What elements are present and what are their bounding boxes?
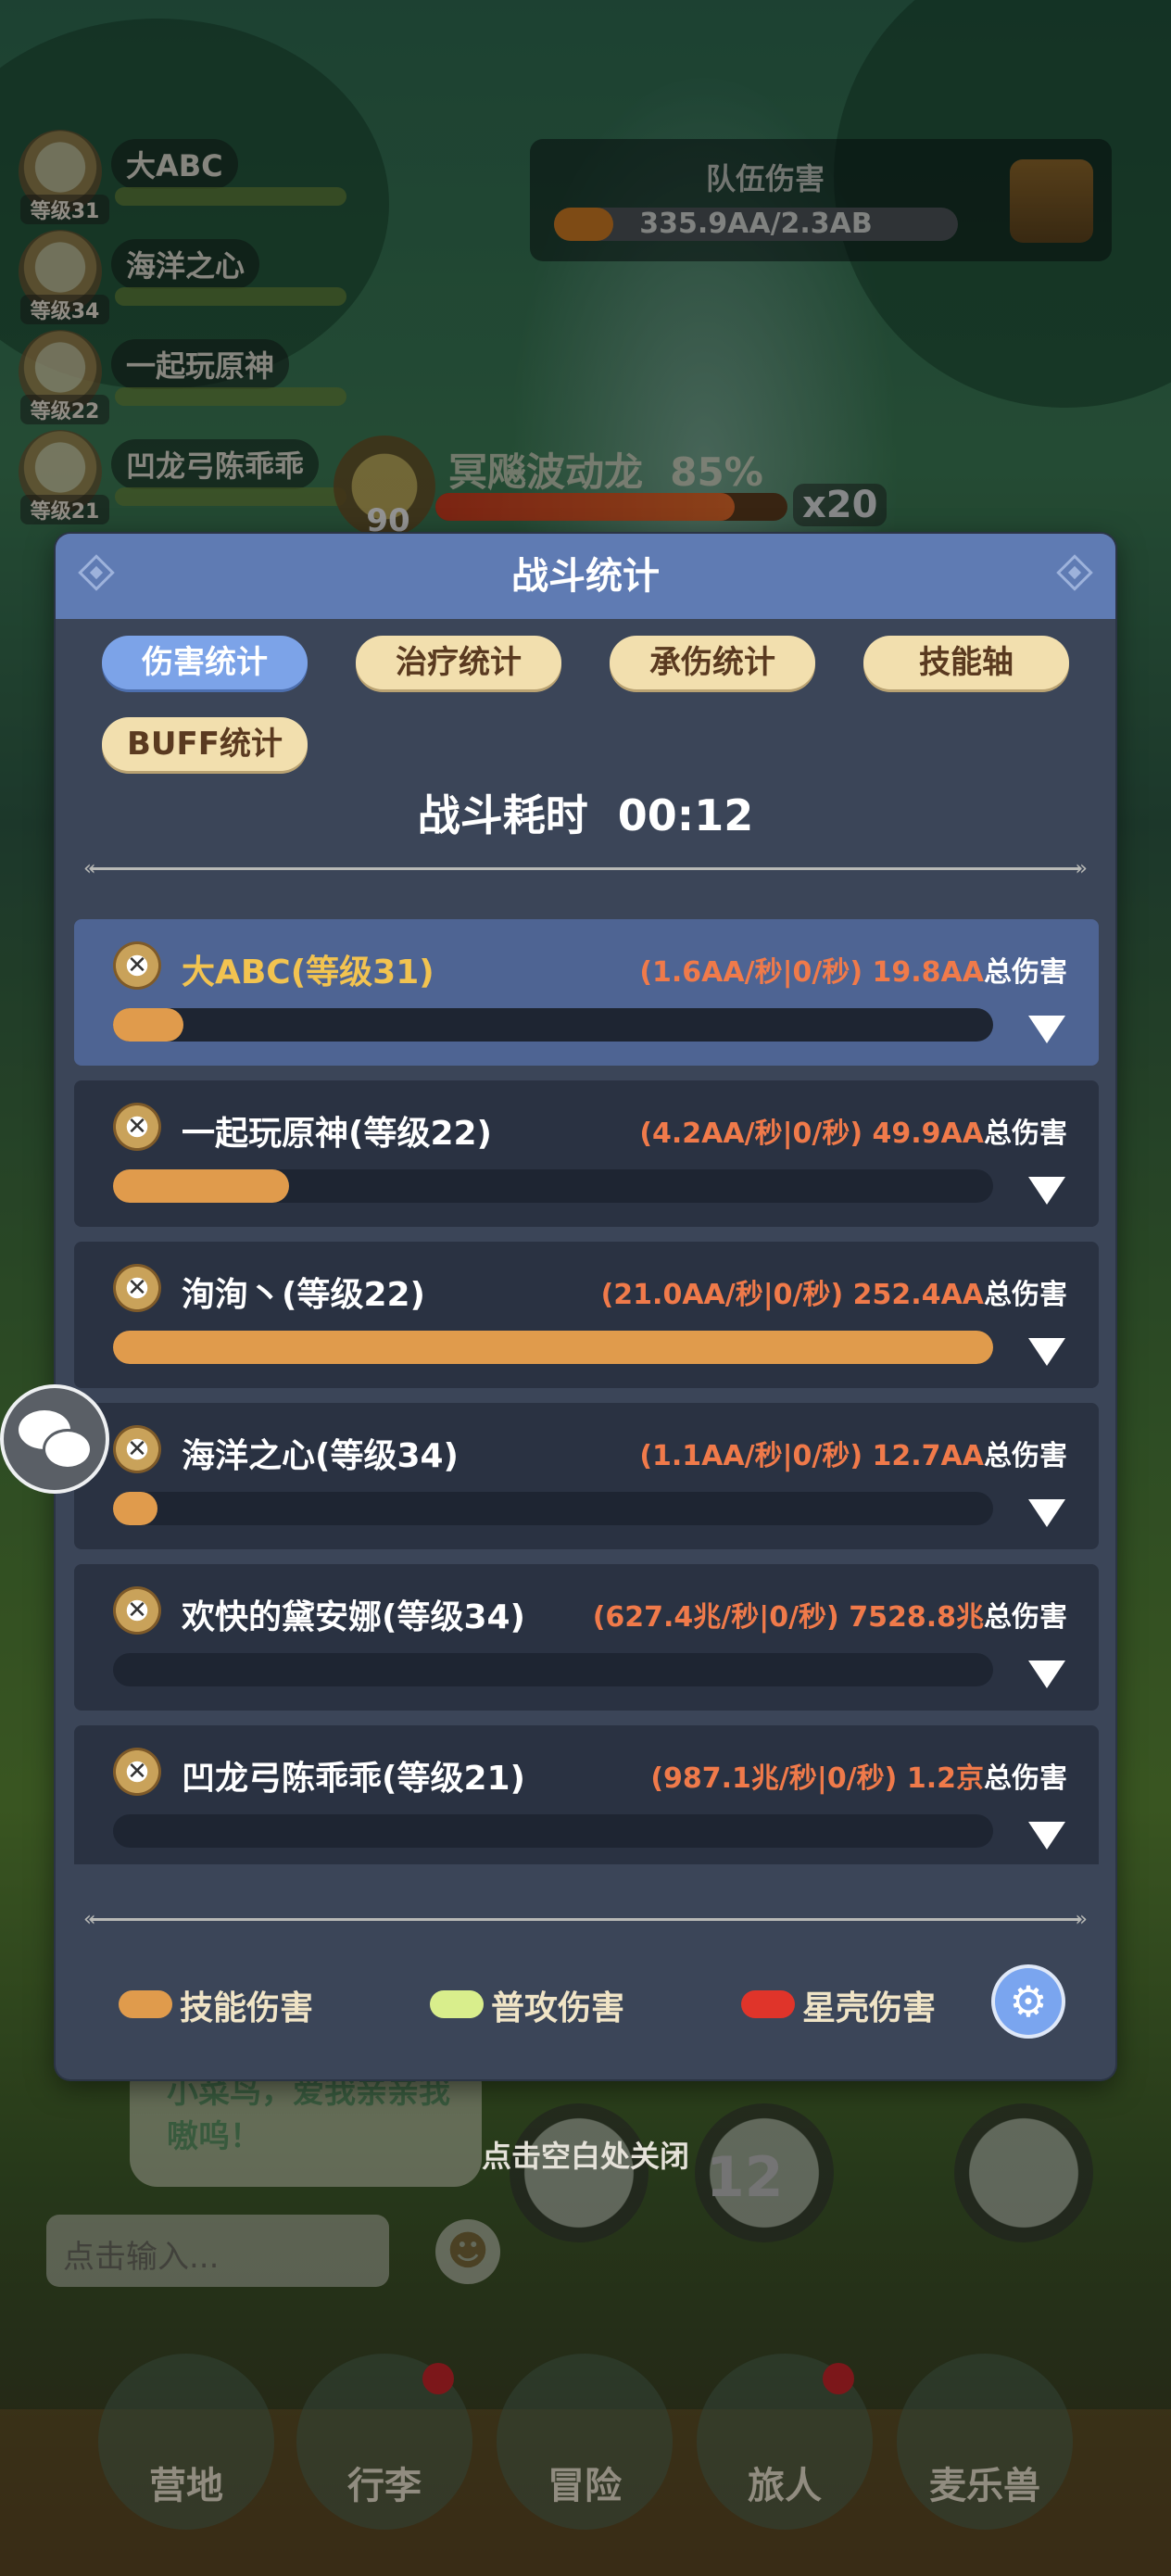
damage-stats: (1.6AA/秒|0/秒) 19.8AA总伤害 [639, 949, 1067, 990]
damage-rate: (4.2AA/秒|0/秒) [639, 1118, 863, 1150]
damage-rate: (1.6AA/秒|0/秒) [639, 956, 863, 989]
skill-damage-fill [113, 1331, 993, 1364]
settings-gear-icon[interactable]: ⚙ [995, 1968, 1062, 2035]
player-name: 欢快的黛安娜(等级34) [182, 1598, 526, 1636]
damage-total: 252.4AA [852, 1279, 984, 1311]
skill-damage-fill [113, 1169, 289, 1203]
damage-total-suffix: 总伤害 [984, 1440, 1067, 1472]
tab-skill-timeline[interactable]: 技能轴 [863, 636, 1069, 689]
dialog-header: 战斗统计 [56, 534, 1115, 619]
skill-damage-fill [113, 1008, 183, 1042]
damage-total-suffix: 总伤害 [984, 1762, 1067, 1795]
legend-swatch [430, 1990, 484, 2018]
damage-rate: (1.1AA/秒|0/秒) [639, 1440, 863, 1472]
damage-bar [113, 1008, 993, 1042]
damage-total-suffix: 总伤害 [984, 1601, 1067, 1634]
damage-bar [113, 1331, 993, 1364]
legend-label: 普攻伤害 [491, 1989, 625, 2027]
damage-total: 1.2京 [906, 1762, 984, 1795]
damage-total: 7528.8兆 [849, 1601, 984, 1634]
damage-stats: (627.4兆/秒|0/秒) 7528.8兆总伤害 [593, 1594, 1067, 1635]
damage-list[interactable]: ✕ 大ABC(等级31) (1.6AA/秒|0/秒) 19.8AA总伤害 ✕ 一起玩原神… [74, 919, 1099, 1864]
expand-triangle-icon[interactable] [1028, 1338, 1065, 1366]
damage-total: 19.8AA [872, 956, 984, 989]
expand-triangle-icon[interactable] [1028, 1177, 1065, 1205]
speech-bubble-shape [43, 1429, 93, 1470]
damage-total: 12.7AA [872, 1440, 984, 1472]
crossed-weapons-icon: ✕ [113, 1264, 161, 1312]
damage-row[interactable]: ✕ 海洋之心(等级34) (1.1AA/秒|0/秒) 12.7AA总伤害 [74, 1403, 1099, 1549]
battle-duration-value: 00:12 [617, 790, 754, 840]
damage-stats: (987.1兆/秒|0/秒) 1.2京总伤害 [650, 1755, 1067, 1796]
damage-rate: (21.0AA/秒|0/秒) [600, 1279, 844, 1311]
legend-label: 技能伤害 [180, 1989, 314, 2027]
expand-triangle-icon[interactable] [1028, 1822, 1065, 1850]
player-name: 凹龙弓陈乖乖(等级21) [182, 1760, 526, 1798]
damage-stats: (1.1AA/秒|0/秒) 12.7AA总伤害 [639, 1433, 1067, 1473]
expand-triangle-icon[interactable] [1028, 1499, 1065, 1527]
battle-duration-label: 战斗耗时 [417, 790, 588, 840]
damage-total-suffix: 总伤害 [984, 956, 1067, 989]
damage-row[interactable]: ✕ 凹龙弓陈乖乖(等级21) (987.1兆/秒|0/秒) 1.2京总伤害 [74, 1725, 1099, 1864]
crossed-weapons-icon: ✕ [113, 1586, 161, 1635]
damage-row[interactable]: ✕ 欢快的黛安娜(等级34) (627.4兆/秒|0/秒) 7528.8兆总伤害 [74, 1564, 1099, 1711]
tab-damage-taken-stats[interactable]: 承伤统计 [610, 636, 815, 689]
tab-damage-stats[interactable]: 伤害统计 [102, 636, 308, 689]
crossed-weapons-icon: ✕ [113, 1425, 161, 1473]
divider [83, 1908, 1088, 1931]
damage-row[interactable]: ✕ 一起玩原神(等级22) (4.2AA/秒|0/秒) 49.9AA总伤害 [74, 1080, 1099, 1227]
damage-total-suffix: 总伤害 [984, 1279, 1067, 1311]
expand-triangle-icon[interactable] [1028, 1016, 1065, 1043]
player-name: 洵洵丶(等级22) [182, 1276, 426, 1314]
damage-bar [113, 1653, 993, 1686]
crossed-weapons-icon: ✕ [113, 1103, 161, 1151]
chat-bubbles-icon[interactable] [0, 1384, 109, 1494]
damage-bar [113, 1169, 993, 1203]
player-name: 一起玩原神(等级22) [182, 1115, 493, 1153]
player-name: 大ABC(等级31) [182, 953, 434, 991]
damage-stats: (21.0AA/秒|0/秒) 252.4AA总伤害 [601, 1271, 1067, 1312]
legend-swatch [119, 1990, 172, 2018]
damage-stats: (4.2AA/秒|0/秒) 49.9AA总伤害 [639, 1110, 1067, 1151]
battle-stats-dialog: 战斗统计 伤害统计 治疗统计 承伤统计 技能轴 BUFF统计 战斗耗时 00:1… [56, 534, 1115, 2079]
battle-duration: 战斗耗时 00:12 [56, 782, 1115, 843]
divider [83, 857, 1088, 880]
damage-total-suffix: 总伤害 [984, 1118, 1067, 1150]
legend-swatch [741, 1990, 795, 2018]
damage-row[interactable]: ✕ 洵洵丶(等级22) (21.0AA/秒|0/秒) 252.4AA总伤害 [74, 1242, 1099, 1388]
damage-rate: (987.1兆/秒|0/秒) [650, 1762, 898, 1795]
tab-healing-stats[interactable]: 治疗统计 [356, 636, 561, 689]
crossed-weapons-icon: ✕ [113, 941, 161, 990]
crossed-weapons-icon: ✕ [113, 1748, 161, 1796]
damage-bar [113, 1814, 993, 1848]
tab-buff-stats[interactable]: BUFF统计 [102, 717, 308, 771]
expand-triangle-icon[interactable] [1028, 1661, 1065, 1688]
damage-total: 49.9AA [872, 1118, 984, 1150]
close-hint: 点击空白处关闭 [481, 2139, 689, 2174]
skill-damage-fill [113, 1492, 157, 1525]
damage-row[interactable]: ✕ 大ABC(等级31) (1.6AA/秒|0/秒) 19.8AA总伤害 [74, 919, 1099, 1066]
player-name: 海洋之心(等级34) [182, 1437, 460, 1475]
legend-label: 星壳伤害 [802, 1989, 937, 2027]
damage-rate: (627.4兆/秒|0/秒) [592, 1601, 839, 1634]
damage-bar [113, 1492, 993, 1525]
dialog-title: 战斗统计 [511, 555, 660, 598]
